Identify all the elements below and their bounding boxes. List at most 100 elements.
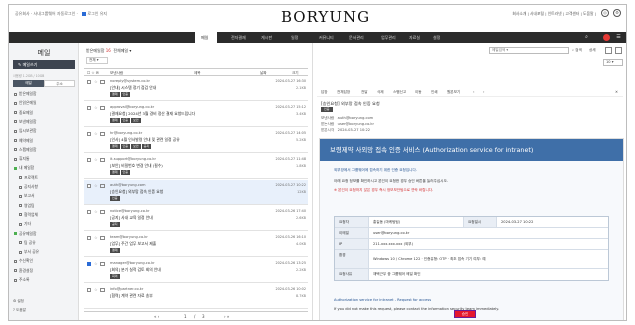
sidebar-item[interactable]: 팀 공유 xyxy=(19,240,36,246)
mail-tag[interactable]: 결재 xyxy=(110,248,120,253)
mail-tag[interactable]: 결재 xyxy=(110,92,120,97)
sidebar-item[interactable]: 부서 공유 xyxy=(19,249,39,255)
mail-tag[interactable]: 결재 xyxy=(110,170,120,175)
row-checkbox[interactable] xyxy=(87,106,91,110)
sidebar-item[interactable]: 보낸메일함 xyxy=(14,119,36,125)
keep-login-checkbox[interactable] xyxy=(82,12,87,16)
star-icon[interactable]: ☆ xyxy=(94,131,98,136)
mail-row[interactable]: ☆ auth@boryung.com [승인요청] 외부망 접속 인증 요청 2024… xyxy=(84,180,308,205)
nav-tab-approval[interactable]: 전자결재 xyxy=(231,35,246,41)
row-checkbox[interactable] xyxy=(87,184,91,188)
mail-tag[interactable]: 공지 xyxy=(141,144,152,149)
sidebar-item[interactable]: 공유메일함 xyxy=(14,231,36,237)
sidebar-bottom-help[interactable]: ? 도움말 xyxy=(13,308,26,313)
mail-tag[interactable]: 보안 xyxy=(131,144,141,149)
notification-icon[interactable] xyxy=(603,34,610,41)
star-icon[interactable]: ☆ xyxy=(94,183,98,188)
star-icon[interactable]: ☆ xyxy=(94,287,98,292)
row-checkbox[interactable] xyxy=(87,288,91,292)
sidebar-item[interactable]: 휴지통 xyxy=(14,156,29,162)
sidebar-item[interactable]: 내 메일함 xyxy=(14,165,34,171)
list-view-dropdown[interactable]: 전체메일 ▾ xyxy=(113,48,131,53)
star-icon[interactable]: ☆ xyxy=(94,209,98,214)
mail-tag[interactable]: 보안 xyxy=(131,118,141,123)
compose-button[interactable]: ✎ 메일쓰기 xyxy=(13,60,75,69)
sidebar-item[interactable]: 기타 xyxy=(19,221,31,227)
from-value[interactable]: auth@boryung.com xyxy=(338,116,374,120)
nav-tab-community[interactable]: 커뮤니티 xyxy=(319,35,334,41)
nav-tab-documents[interactable]: 문서관리 xyxy=(349,35,364,41)
sidebar-item[interactable]: 환경설정 xyxy=(14,268,33,274)
row-checkbox[interactable] xyxy=(87,80,91,84)
sidebar-item[interactable]: 협력업체 xyxy=(19,212,38,218)
mail-tag[interactable]: 회의 xyxy=(110,274,120,279)
print-button[interactable]: 인쇄 xyxy=(431,90,438,95)
row-checkbox[interactable] xyxy=(87,158,91,162)
mail-tag[interactable]: 인증 xyxy=(120,170,131,175)
nav-tab-schedule[interactable]: 일정 xyxy=(291,35,298,41)
row-checkbox[interactable] xyxy=(87,236,91,240)
pager-next[interactable]: › » xyxy=(224,314,229,319)
sidebar-item[interactable]: 주소록 xyxy=(14,277,29,283)
sidebar-item[interactable]: 받은메일함 xyxy=(14,91,36,97)
page-size-select[interactable]: 10 ▾ xyxy=(603,59,623,66)
star-icon[interactable]: ☆ xyxy=(94,157,98,162)
sidebar-item[interactable]: 공지사항 xyxy=(19,184,38,190)
mail-tag[interactable]: 결재 xyxy=(110,144,120,149)
mail-tag[interactable]: 인증 xyxy=(110,196,120,201)
reply-button[interactable]: 답장 xyxy=(321,90,328,95)
pager-current[interactable]: 1 xyxy=(184,314,187,319)
star-icon[interactable]: ☆ xyxy=(94,79,98,84)
mail-row[interactable]: ☆ manager@boryung.co.kr [회의] 분기 실적 검토 회의 안… xyxy=(84,258,308,283)
star-icon[interactable]: ☆ xyxy=(94,235,98,240)
nav-search-icon[interactable]: ⌕ xyxy=(583,34,590,41)
search-button[interactable]: ⌕ 검색 xyxy=(572,47,582,54)
prev-mail-button[interactable]: ‹ xyxy=(473,90,474,94)
to-value[interactable]: user@boryung.co.kr xyxy=(338,122,374,126)
sidebar-item[interactable]: 프로젝트 xyxy=(19,175,38,181)
list-filter-select[interactable]: 전체 ▾ xyxy=(86,57,108,64)
mail-tag[interactable]: 결재 xyxy=(110,118,120,123)
tab-mail[interactable]: 메일 xyxy=(13,80,44,87)
body-footer-link[interactable]: Authorization service for intranet - Req… xyxy=(334,298,431,302)
select-all-checkbox[interactable]: ☐ ☆ ✉ xyxy=(87,71,99,75)
mail-tag[interactable]: 공지 xyxy=(110,222,120,227)
nav-tab-archive[interactable]: 자료실 xyxy=(409,35,420,41)
tab-address[interactable]: 주소 xyxy=(44,80,75,87)
spam-button[interactable]: 스팸신고 xyxy=(393,90,406,95)
nav-tab-board[interactable]: 게시판 xyxy=(261,35,272,41)
sidebar-item[interactable]: 안읽은메일 xyxy=(14,100,36,106)
nav-tab-settings[interactable]: 설정 xyxy=(433,35,440,41)
mail-row[interactable]: ☆ it-support@boryung.co.kr [보안] 비밀번호 변경 안내… xyxy=(84,154,308,179)
top-links[interactable]: 회사소개 | 사내포털 | 인트라넷 | 고객센터 | 도움말 | xyxy=(512,11,596,17)
forward-button[interactable]: 전달 xyxy=(361,90,368,95)
brand-logo[interactable]: BORYUNG xyxy=(281,8,370,26)
detail-search-button[interactable]: 상세 xyxy=(589,47,596,54)
row-checkbox[interactable] xyxy=(87,262,91,266)
pager-prev[interactable]: « ‹ xyxy=(154,314,159,319)
row-checkbox[interactable] xyxy=(87,132,91,136)
mail-tag[interactable]: 인증 xyxy=(120,92,131,97)
star-icon[interactable]: ☆ xyxy=(94,261,98,266)
next-mail-button[interactable]: › xyxy=(483,90,484,94)
sidebar-item[interactable]: 보고서 xyxy=(19,193,34,199)
delete-button[interactable]: 삭제 xyxy=(377,90,384,95)
sidebar-item[interactable]: 영업팀 xyxy=(19,203,34,209)
source-button[interactable]: 원본보기 xyxy=(447,90,460,95)
gear-icon[interactable]: ⚙ xyxy=(613,9,621,17)
reply-all-button[interactable]: 전체답장 xyxy=(337,90,350,95)
mail-tag[interactable]: 인증 xyxy=(120,118,131,123)
mail-row[interactable]: ☆ info@partner.co.kr [협력] 계약 관련 자료 송부 2024-… xyxy=(84,284,308,309)
mail-row[interactable]: ☆ noreply@system.co.kr [안내] 시스템 정기 점검 안내 20… xyxy=(84,76,308,101)
sidebar-bottom-settings[interactable]: ⚙ 설정 xyxy=(13,299,24,304)
sidebar-item[interactable]: 임시보관함 xyxy=(14,128,36,134)
row-checkbox[interactable] xyxy=(87,210,91,214)
sidebar-item[interactable]: 예약메일 xyxy=(14,138,33,144)
mail-row[interactable]: ☆ notice@boryung.co.kr [공지] 사내 교육 일정 안내 202… xyxy=(84,206,308,231)
mail-row[interactable]: ☆ team@boryung.co.kr [업무] 주간 업무 보고서 제출 2024… xyxy=(84,232,308,257)
view-split-icon[interactable] xyxy=(615,47,622,54)
move-button[interactable]: 이동 xyxy=(415,90,422,95)
close-reader-icon[interactable]: ✕ xyxy=(615,90,618,94)
nav-tab-work[interactable]: 업무관리 xyxy=(381,35,396,41)
star-icon[interactable]: ☆ xyxy=(94,105,98,110)
